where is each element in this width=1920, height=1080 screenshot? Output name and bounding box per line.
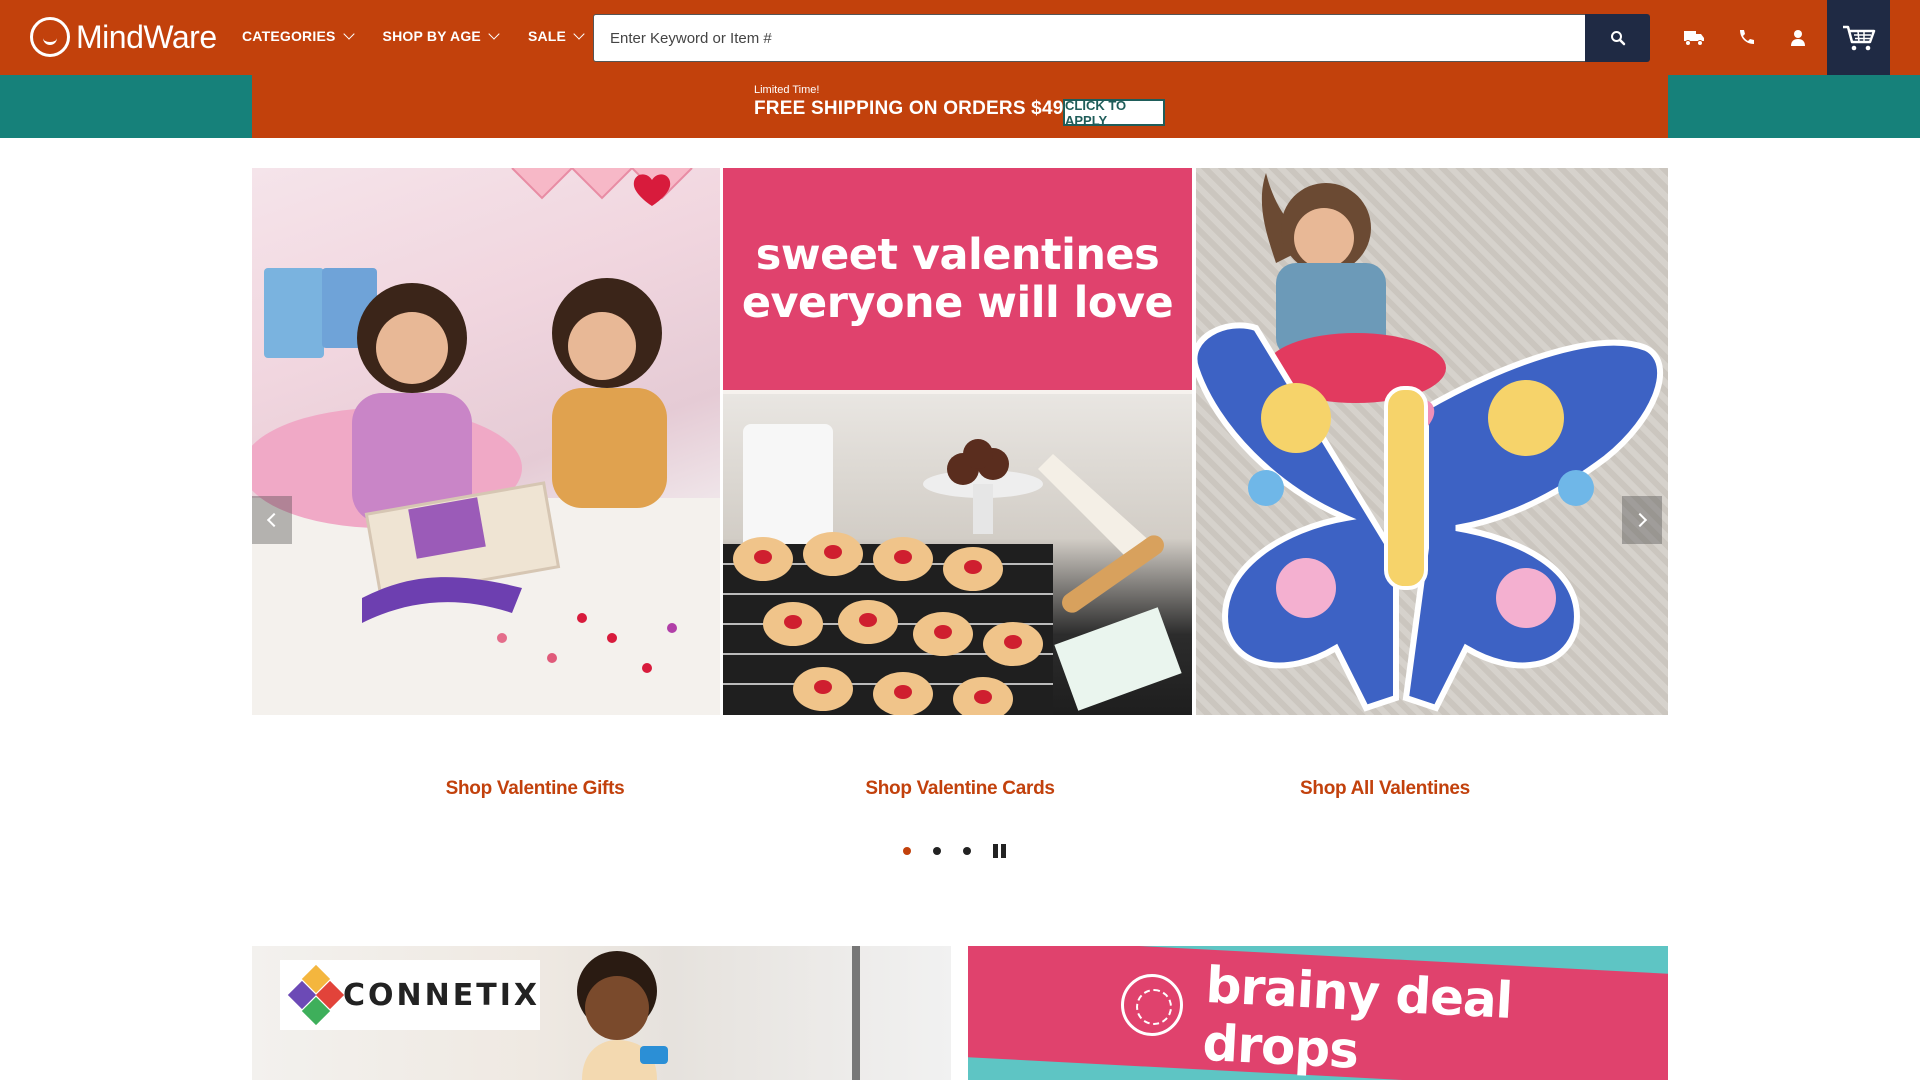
connetix-logo-text: CONNETIX	[343, 977, 540, 1013]
nav-sale-label: SALE	[527, 28, 567, 44]
cart-icon	[1842, 25, 1875, 50]
mindware-logo[interactable]: MindWare	[30, 17, 217, 57]
search-button[interactable]	[1585, 14, 1650, 62]
girls-playing-image	[252, 168, 720, 715]
chevron-down-icon	[488, 28, 500, 40]
chevron-down-icon	[573, 28, 585, 40]
free-shipping-promo: Limited Time! FREE SHIPPING ON ORDERS $4…	[252, 75, 1668, 138]
shop-all-valentines-link[interactable]: Shop All Valentines	[1102, 778, 1668, 800]
carousel-dot-3[interactable]	[963, 847, 971, 855]
phone-button[interactable]	[1720, 0, 1772, 75]
logo-text: MindWare	[76, 18, 217, 55]
carousel-pause-button[interactable]	[993, 844, 1006, 858]
cookies-image	[723, 424, 1182, 715]
nav-categories-label: CATEGORIES	[242, 28, 336, 44]
logo-face-icon	[30, 17, 70, 57]
nav-shop-by-age-label: SHOP BY AGE	[382, 28, 481, 44]
carousel-dot-1[interactable]	[903, 847, 911, 855]
site-header: MindWare CATEGORIES SHOP BY AGE SALE	[0, 0, 1920, 75]
slide-valentine-gifts-image[interactable]	[252, 168, 720, 715]
butterfly-puzzle-image	[1196, 173, 1664, 712]
sweet-valentines-line2: everyone will love	[741, 278, 1174, 328]
baking-scene-image	[723, 394, 1192, 715]
order-tracking-button[interactable]	[1668, 0, 1720, 75]
nav-categories[interactable]: CATEGORIES	[242, 28, 355, 44]
chevron-down-icon	[342, 28, 355, 40]
carousel-next-button[interactable]	[1622, 496, 1662, 544]
pause-icon-bar	[1001, 844, 1006, 858]
account-icon	[1791, 29, 1805, 46]
brainy-deal-drops-banner[interactable]: brainy deal drops	[968, 946, 1668, 1080]
click-to-apply-button[interactable]: CLICK TO APPLY	[1063, 98, 1165, 128]
promo-limited-time: Limited Time!	[754, 84, 820, 96]
slide-all-valentines-image[interactable]	[1196, 168, 1668, 715]
carousel-dot-2[interactable]	[933, 847, 941, 855]
chevron-left-icon	[266, 512, 282, 528]
account-button[interactable]	[1772, 0, 1824, 75]
chevron-right-icon	[1632, 512, 1648, 528]
nav-sale[interactable]: SALE	[527, 28, 585, 44]
nav-shop-by-age[interactable]: SHOP BY AGE	[382, 28, 500, 44]
cart-button[interactable]	[1827, 0, 1890, 75]
search-bar	[593, 14, 1650, 62]
main-nav: CATEGORIES SHOP BY AGE SALE	[242, 28, 613, 44]
sweet-valentines-line1: sweet valentines	[755, 230, 1160, 280]
promo-headline: FREE SHIPPING ON ORDERS $49+	[754, 98, 1075, 119]
connetix-logo: CONNETIX	[280, 960, 540, 1030]
carousel-pagination	[903, 844, 1006, 858]
connetix-banner[interactable]: CONNETIX	[252, 946, 951, 1080]
brain-seal-icon	[1121, 974, 1183, 1036]
sweet-valentines-banner: sweet valentines everyone will love	[723, 168, 1192, 390]
search-icon	[1610, 31, 1625, 46]
utility-icons	[1668, 0, 1824, 75]
connetix-diamond-icon	[287, 964, 345, 1026]
carousel-prev-button[interactable]	[252, 496, 292, 544]
slide-valentine-cards-image[interactable]: sweet valentines everyone will love	[723, 168, 1192, 715]
pause-icon	[993, 844, 998, 858]
truck-icon	[1684, 30, 1704, 46]
phone-icon	[1740, 29, 1754, 44]
search-input[interactable]	[593, 14, 1585, 62]
